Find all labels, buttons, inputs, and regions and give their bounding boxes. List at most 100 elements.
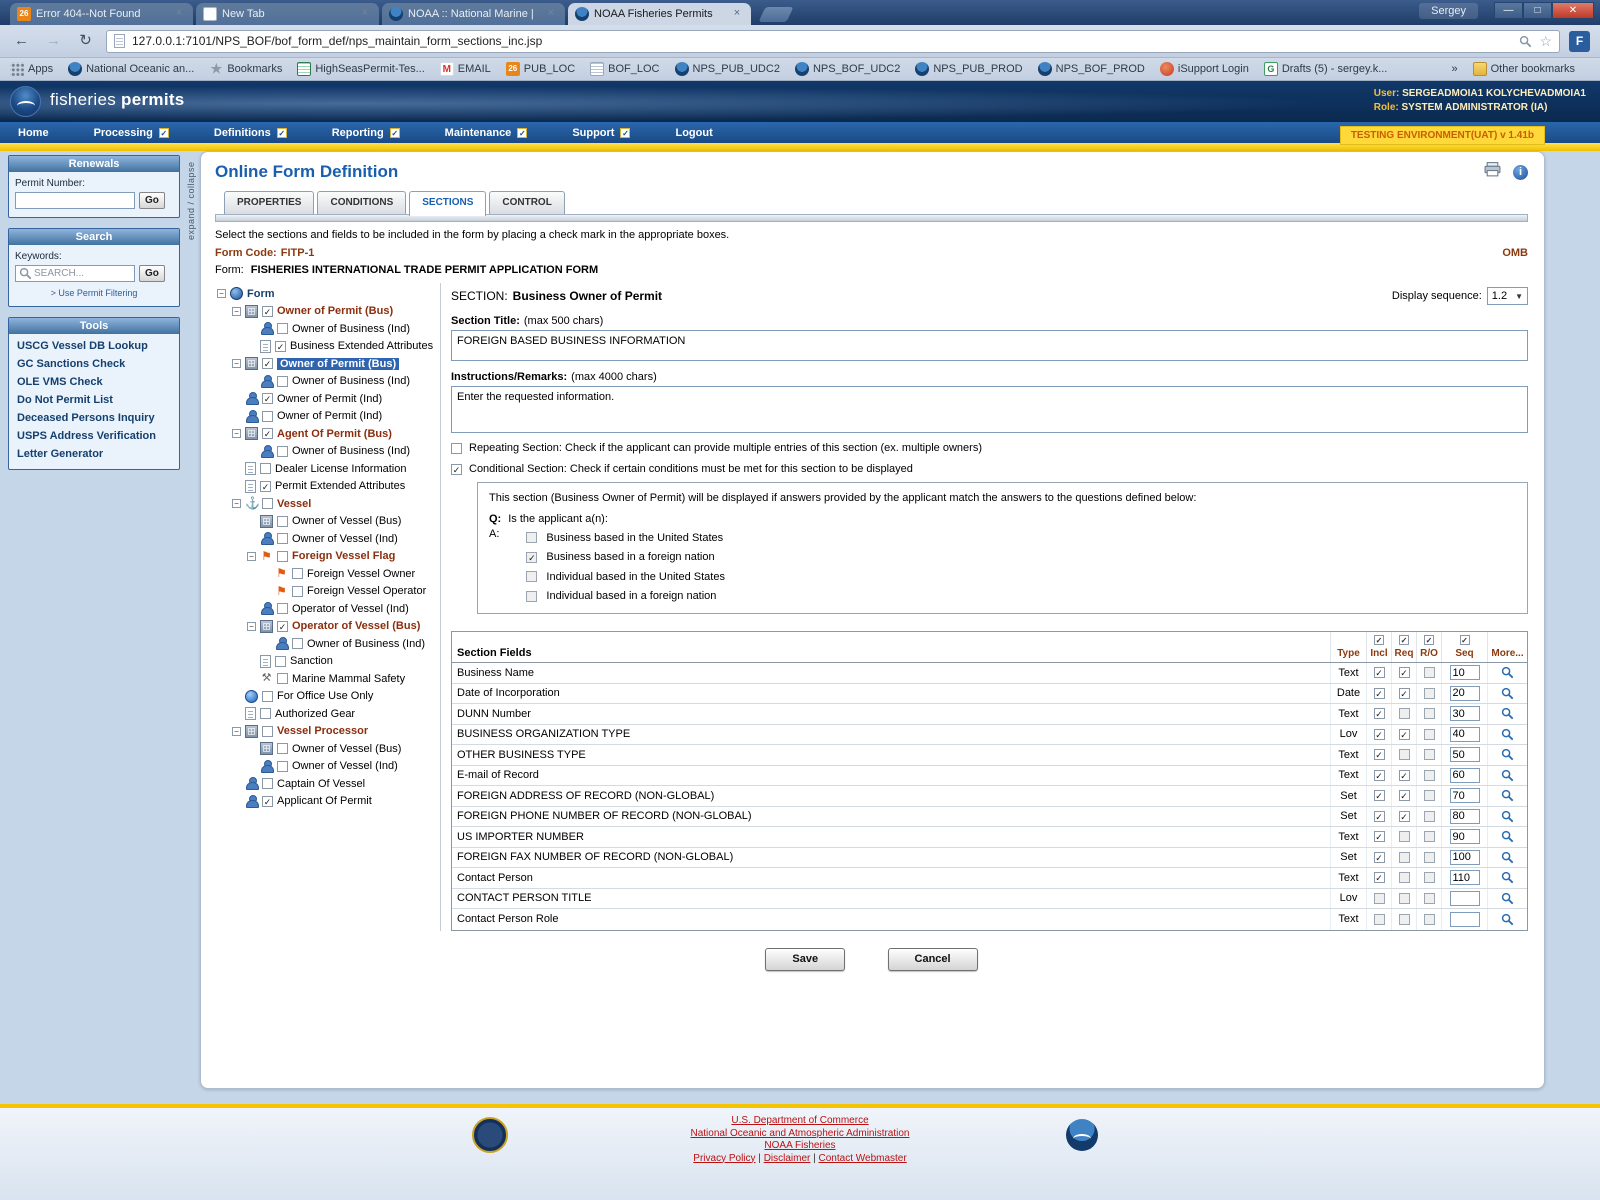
ro-checkbox[interactable] xyxy=(1424,749,1435,760)
tree-item-for-office-use-only[interactable]: For Office Use Only xyxy=(215,688,440,706)
tree-item-marine-mammal-safety[interactable]: Marine Mammal Safety xyxy=(215,670,440,688)
tree-checkbox[interactable]: ✓ xyxy=(262,796,273,807)
tree-item-agent-of-permit-bus[interactable]: −✓Agent Of Permit (Bus) xyxy=(215,425,440,443)
nav-item-logout[interactable]: Logout xyxy=(657,127,739,139)
search-input[interactable] xyxy=(34,268,131,279)
nav-item-home[interactable]: Home xyxy=(0,127,76,139)
bookmark-email[interactable]: MEMAIL xyxy=(440,62,491,76)
seq-input[interactable] xyxy=(1450,706,1480,721)
check-all-r-o-icon[interactable]: ✓ xyxy=(1424,635,1434,645)
ro-checkbox[interactable] xyxy=(1424,811,1435,822)
seq-input[interactable] xyxy=(1450,788,1480,803)
tree-checkbox[interactable]: ✓ xyxy=(277,621,288,632)
ro-checkbox[interactable] xyxy=(1424,852,1435,863)
nav-item-support[interactable]: Support✓ xyxy=(554,127,657,139)
row-details-magnifier-button[interactable] xyxy=(1501,707,1514,720)
footer-link-national-oceanic-and-atmospheric-administration[interactable]: National Oceanic and Atmospheric Adminis… xyxy=(0,1128,1600,1141)
bookmark-apps[interactable]: Apps xyxy=(10,62,53,76)
bookmark-highseaspermit-tes[interactable]: HighSeasPermit-Tes... xyxy=(297,62,424,76)
cancel-button[interactable]: Cancel xyxy=(888,948,978,971)
tree-checkbox[interactable] xyxy=(260,463,271,474)
bookmark-national-oceanic-an[interactable]: National Oceanic an... xyxy=(68,62,194,76)
bookmark-star-icon[interactable]: ☆ xyxy=(1539,33,1552,50)
req-checkbox[interactable] xyxy=(1399,708,1410,719)
tree-item-vessel-processor[interactable]: −Vessel Processor xyxy=(215,723,440,741)
tree-expander[interactable]: − xyxy=(247,552,256,561)
tree-expander[interactable]: − xyxy=(232,499,241,508)
seq-input[interactable] xyxy=(1450,912,1480,927)
browser-profile-button[interactable]: Sergey xyxy=(1419,3,1478,19)
nav-item-processing[interactable]: Processing✓ xyxy=(76,127,196,139)
bookmark-nps-bof-udc2[interactable]: NPS_BOF_UDC2 xyxy=(795,62,900,76)
tree-expander[interactable]: − xyxy=(217,289,226,298)
window-minimize-button[interactable]: — xyxy=(1494,2,1523,19)
tree-item-owner-of-vessel-bus[interactable]: Owner of Vessel (Bus) xyxy=(215,513,440,531)
use-permit-filtering-link[interactable]: > Use Permit Filtering xyxy=(15,288,173,298)
display-sequence-select[interactable]: 1.2 ▼ xyxy=(1487,287,1528,305)
bookmark-drafts-5-sergey-k[interactable]: GDrafts (5) - sergey.k... xyxy=(1264,62,1388,76)
tree-item-dealer-license-information[interactable]: Dealer License Information xyxy=(215,460,440,478)
ro-checkbox[interactable] xyxy=(1424,688,1435,699)
tree-item-foreign-vessel-operator[interactable]: Foreign Vessel Operator xyxy=(215,583,440,601)
tree-item-owner-of-permit-ind[interactable]: Owner of Permit (Ind) xyxy=(215,408,440,426)
info-button[interactable]: i xyxy=(1513,165,1528,180)
tree-checkbox[interactable] xyxy=(262,726,273,737)
bookmark-chevron[interactable]: » xyxy=(1452,63,1458,75)
new-tab-button[interactable] xyxy=(759,7,794,22)
req-checkbox[interactable]: ✓ xyxy=(1399,790,1410,801)
row-details-magnifier-button[interactable] xyxy=(1501,687,1514,700)
bookmark-bookmarks[interactable]: Bookmarks xyxy=(209,62,282,76)
footer-link-noaa-fisheries[interactable]: NOAA Fisheries xyxy=(0,1140,1600,1153)
tree-item-authorized-gear[interactable]: Authorized Gear xyxy=(215,705,440,723)
req-checkbox[interactable] xyxy=(1399,852,1410,863)
row-details-magnifier-button[interactable] xyxy=(1501,728,1514,741)
seq-input[interactable] xyxy=(1450,809,1480,824)
tree-item-foreign-vessel-flag[interactable]: −Foreign Vessel Flag xyxy=(215,548,440,566)
req-checkbox[interactable] xyxy=(1399,893,1410,904)
req-checkbox[interactable]: ✓ xyxy=(1399,811,1410,822)
tree-item-operator-of-vessel-ind[interactable]: Operator of Vessel (Ind) xyxy=(215,600,440,618)
req-checkbox[interactable]: ✓ xyxy=(1399,667,1410,678)
print-button[interactable] xyxy=(1484,162,1501,182)
tree-item-vessel[interactable]: −Vessel xyxy=(215,495,440,513)
ro-checkbox[interactable] xyxy=(1424,914,1435,925)
option-checkbox[interactable] xyxy=(526,591,537,602)
tree-checkbox[interactable] xyxy=(277,551,288,562)
tree-checkbox[interactable] xyxy=(277,533,288,544)
bookmark-nps-bof-prod[interactable]: NPS_BOF_PROD xyxy=(1038,62,1145,76)
tab-conditions[interactable]: CONDITIONS xyxy=(317,191,406,214)
address-bar[interactable]: 127.0.0.1:7101/NPS_BOF/bof_form_def/nps_… xyxy=(106,30,1560,53)
row-details-magnifier-button[interactable] xyxy=(1501,810,1514,823)
row-details-magnifier-button[interactable] xyxy=(1501,666,1514,679)
nav-item-reporting[interactable]: Reporting✓ xyxy=(314,127,427,139)
tree-checkbox[interactable] xyxy=(262,778,273,789)
tree-checkbox[interactable]: ✓ xyxy=(262,358,273,369)
req-checkbox[interactable] xyxy=(1399,914,1410,925)
ro-checkbox[interactable] xyxy=(1424,790,1435,801)
req-checkbox[interactable]: ✓ xyxy=(1399,688,1410,699)
seq-input[interactable] xyxy=(1450,665,1480,680)
seq-input[interactable] xyxy=(1450,768,1480,783)
row-details-magnifier-button[interactable] xyxy=(1501,748,1514,761)
tree-item-owner-of-business-ind[interactable]: Owner of Business (Ind) xyxy=(215,320,440,338)
bookmark-nps-pub-prod[interactable]: NPS_PUB_PROD xyxy=(915,62,1022,76)
tab-close-icon[interactable]: × xyxy=(172,7,186,21)
seq-input[interactable] xyxy=(1450,686,1480,701)
tree-checkbox[interactable]: ✓ xyxy=(262,428,273,439)
row-details-magnifier-button[interactable] xyxy=(1501,892,1514,905)
tab-close-icon[interactable]: × xyxy=(544,7,558,21)
incl-checkbox[interactable]: ✓ xyxy=(1374,811,1385,822)
row-details-magnifier-button[interactable] xyxy=(1501,789,1514,802)
permit-number-input[interactable] xyxy=(15,192,135,209)
tree-checkbox[interactable] xyxy=(275,656,286,667)
incl-checkbox[interactable] xyxy=(1374,893,1385,904)
ro-checkbox[interactable] xyxy=(1424,893,1435,904)
ro-checkbox[interactable] xyxy=(1424,770,1435,781)
tree-expander[interactable]: − xyxy=(232,429,241,438)
req-checkbox[interactable] xyxy=(1399,872,1410,883)
reload-button[interactable]: ↻ xyxy=(74,30,97,53)
option-checkbox[interactable] xyxy=(526,532,537,543)
tree-item-operator-of-vessel-bus[interactable]: −✓Operator of Vessel (Bus) xyxy=(215,618,440,636)
tools-link-uscg-vessel-db-lookup[interactable]: USCG Vessel DB Lookup xyxy=(9,337,179,355)
tools-link-letter-generator[interactable]: Letter Generator xyxy=(9,445,179,463)
